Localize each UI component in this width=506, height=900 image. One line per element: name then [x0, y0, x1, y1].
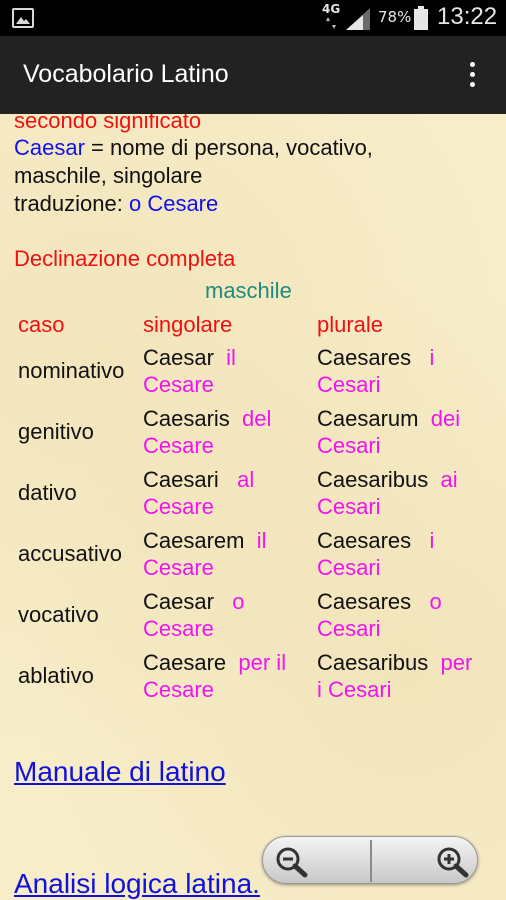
latin-word: Caesar	[14, 135, 85, 160]
status-bar: 4G 78% 13:22	[0, 0, 506, 36]
meaning-heading: secondo significato	[14, 114, 202, 133]
plural-cell: Caesaribus ai Cesari	[317, 466, 458, 519]
case-name: accusativo	[18, 541, 122, 566]
header-singular: singolare	[143, 311, 233, 337]
action-bar: Vocabolario Latino	[0, 36, 506, 114]
zoom-out-button[interactable]	[263, 837, 370, 885]
table-row: accusativo Caesarem il Cesare Caesares iC…	[14, 523, 483, 584]
plural-cell: Caesares i Cesari	[317, 344, 435, 397]
table-row: nominativo Caesar il Cesare Caesares i Ces…	[14, 340, 483, 401]
declension-title: Declinazione completa	[14, 246, 236, 271]
singular-cell: Caesari al Cesare	[143, 466, 255, 519]
signal-icon	[346, 8, 370, 30]
definition-line2: maschile, singolare	[14, 163, 203, 188]
header-plural: plurale	[317, 311, 384, 337]
singular-cell: Caesarem il Cesare	[143, 527, 267, 580]
table-row: dativo Caesari al Cesare Caesaribus ai Ces…	[14, 462, 483, 523]
case-name: vocativo	[18, 602, 99, 627]
gender-label: maschile	[205, 278, 292, 303]
zoom-out-icon	[276, 847, 308, 878]
singular-cell: Caesar o Cesare	[143, 588, 245, 641]
header-case: caso	[18, 311, 65, 337]
case-name: genitivo	[18, 419, 94, 444]
clock: 13:22	[437, 3, 498, 30]
content-webview[interactable]: secondo significato Caesar = nome di per…	[0, 114, 506, 900]
zoom-controls	[262, 836, 478, 884]
singular-cell: Caesare per il Cesare	[143, 649, 287, 702]
battery-icon	[414, 6, 428, 30]
zoom-in-icon	[437, 847, 469, 878]
table-row: genitivo Caesaris del Cesare Caesarum dei…	[14, 401, 483, 462]
case-name: dativo	[18, 480, 77, 505]
case-name: ablativo	[18, 663, 94, 688]
app-title: Vocabolario Latino	[23, 60, 229, 88]
case-name: nominativo	[18, 358, 125, 383]
definition-text: = nome di persona, vocativo,	[84, 135, 373, 160]
declension-table: caso singolare plurale nominativo Caesar…	[14, 308, 483, 706]
table-header: caso singolare plurale	[14, 308, 483, 340]
table-row: ablativo Caesare per il Cesare Caesaribus…	[14, 645, 483, 706]
plural-cell: Caesaribus per i Cesari	[317, 649, 473, 702]
network-type: 4G	[322, 2, 341, 16]
data-arrows-icon	[326, 17, 336, 29]
translation-value: o Cesare	[128, 191, 219, 216]
more-vert-icon[interactable]	[460, 62, 484, 92]
link-analysis[interactable]: Analisi logica latina.	[14, 870, 260, 898]
battery-percent: 78%	[378, 8, 412, 26]
singular-cell: Caesaris del Cesare	[143, 405, 272, 458]
translation-label: traduzione:	[14, 191, 129, 216]
image-notification-icon	[12, 8, 34, 28]
translation-line: traduzione: o Cesare	[14, 190, 218, 217]
plural-cell: Caesarum dei Cesari	[317, 405, 461, 458]
definition-line1: Caesar = nome di persona, vocativo,	[14, 134, 494, 161]
zoom-in-button[interactable]	[372, 837, 479, 885]
plural-cell: Caesares o Cesari	[317, 588, 442, 641]
table-row: vocativo Caesar o Cesare Caesares o Cesari	[14, 584, 483, 645]
link-manual[interactable]: Manuale di latino	[14, 758, 226, 786]
plural-cell: Caesares i Cesari	[317, 527, 435, 580]
singular-cell: Caesar il Cesare	[143, 344, 236, 397]
